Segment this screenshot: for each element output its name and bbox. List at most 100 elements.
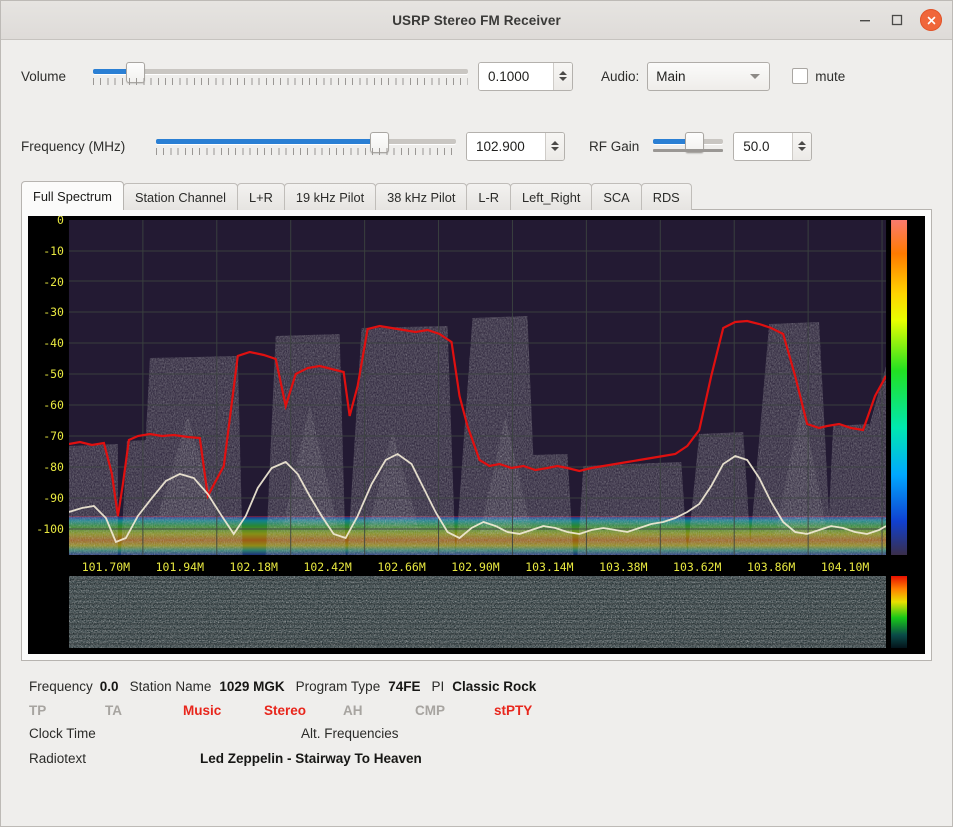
controls-panel: Volume 0.1000 Audio: Main mute	[1, 40, 952, 170]
rds-pi-value: Classic Rock	[452, 679, 536, 694]
rds-line-1: Frequency 0.0 Station Name 1029 MGK Prog…	[29, 675, 924, 698]
rds-station-name-key: Station Name	[130, 679, 212, 694]
minimize-icon[interactable]	[856, 11, 874, 29]
frequency-slider-fill	[156, 139, 378, 144]
frequency-value[interactable]: 102.900	[467, 133, 545, 160]
rds-flag-cmp: CMP	[415, 703, 494, 718]
tab-rds[interactable]: RDS	[641, 183, 692, 210]
volume-value[interactable]: 0.1000	[479, 63, 553, 90]
svg-text:-80: -80	[43, 460, 64, 474]
svg-text:104.10M: 104.10M	[821, 560, 869, 574]
rds-pi-key: PI	[431, 679, 444, 694]
window-controls	[856, 1, 942, 39]
close-icon[interactable]	[920, 9, 942, 31]
svg-text:-60: -60	[43, 398, 64, 412]
svg-text:101.70M: 101.70M	[82, 560, 130, 574]
frequency-slider[interactable]	[156, 133, 456, 159]
volume-slider-track[interactable]	[93, 69, 468, 74]
tab-sca[interactable]: SCA	[591, 183, 641, 210]
svg-text:103.14M: 103.14M	[525, 560, 573, 574]
frequency-slider-ticks	[156, 148, 456, 155]
volume-slider-ticks	[93, 78, 468, 85]
spectrum-plot-frame: 0 -10 -20 -30 -40 -50 -60 -70 -80 -90 -1…	[21, 209, 932, 661]
rds-flag-ta: TA	[105, 703, 183, 718]
frequency-stepper[interactable]	[545, 133, 564, 160]
frequency-label: Frequency (MHz)	[21, 139, 156, 154]
svg-text:-40: -40	[43, 336, 64, 350]
rds-frequency-value: 0.0	[100, 679, 119, 694]
volume-spinbox[interactable]: 0.1000	[478, 62, 573, 91]
rf-gain-slider[interactable]	[653, 133, 723, 159]
chevron-down-icon	[750, 74, 760, 79]
spectrum-plot[interactable]: 0 -10 -20 -30 -40 -50 -60 -70 -80 -90 -1…	[28, 216, 925, 654]
svg-text:0: 0	[57, 216, 64, 227]
volume-stepper[interactable]	[553, 63, 572, 90]
svg-text:103.86M: 103.86M	[747, 560, 795, 574]
rds-panel: Frequency 0.0 Station Name 1029 MGK Prog…	[1, 661, 952, 770]
rds-flag-stpty: stPTY	[494, 703, 532, 718]
rds-flag-tp: TP	[29, 703, 105, 718]
svg-text:-50: -50	[43, 367, 64, 381]
volume-label: Volume	[21, 69, 93, 84]
tab-bar: Full Spectrum Station Channel L+R 19 kHz…	[21, 182, 932, 210]
audio-label: Audio:	[601, 69, 639, 84]
rds-line-4: Radiotext Led Zeppelin - Stairway To Hea…	[29, 747, 924, 770]
tabs-area: Full Spectrum Station Channel L+R 19 kHz…	[1, 182, 952, 210]
rf-gain-spinbox[interactable]: 50.0	[733, 132, 812, 161]
svg-text:-10: -10	[43, 244, 64, 258]
svg-text:-70: -70	[43, 429, 64, 443]
rds-line-3: Clock Time Alt. Frequencies	[29, 722, 924, 745]
rds-flag-stereo: Stereo	[264, 703, 343, 718]
rds-program-type-value: 74FE	[388, 679, 420, 694]
window-title: USRP Stereo FM Receiver	[1, 13, 952, 28]
svg-text:-30: -30	[43, 305, 64, 319]
svg-text:-90: -90	[43, 491, 64, 505]
rds-flags-row: TP TA Music Stereo AH CMP stPTY	[29, 698, 924, 722]
tab-l-minus-r[interactable]: L-R	[466, 183, 511, 210]
spectrum-svg: 0 -10 -20 -30 -40 -50 -60 -70 -80 -90 -1…	[28, 216, 925, 654]
svg-text:102.18M: 102.18M	[230, 560, 278, 574]
title-bar: USRP Stereo FM Receiver	[1, 1, 952, 40]
rds-program-type-key: Program Type	[296, 679, 381, 694]
tab-19khz-pilot[interactable]: 19 kHz Pilot	[284, 183, 376, 210]
svg-text:-20: -20	[43, 275, 64, 289]
rds-frequency-key: Frequency	[29, 679, 93, 694]
svg-text:102.66M: 102.66M	[377, 560, 425, 574]
mute-label: mute	[815, 69, 845, 84]
rds-flag-music: Music	[183, 703, 264, 718]
svg-text:101.94M: 101.94M	[156, 560, 204, 574]
svg-text:-100: -100	[36, 522, 64, 536]
rf-gain-value[interactable]: 50.0	[734, 133, 792, 160]
rf-gain-label: RF Gain	[589, 139, 639, 154]
rds-station-name-value: 1029 MGK	[219, 679, 284, 694]
app-window: USRP Stereo FM Receiver Volume	[0, 0, 953, 827]
tab-full-spectrum[interactable]: Full Spectrum	[21, 181, 124, 210]
rds-radiotext-label: Radiotext	[29, 751, 200, 766]
frequency-spinbox[interactable]: 102.900	[466, 132, 565, 161]
rf-gain-stepper[interactable]	[792, 133, 811, 160]
svg-text:102.90M: 102.90M	[451, 560, 499, 574]
maximize-icon[interactable]	[888, 11, 906, 29]
rds-alt-frequencies-label: Alt. Frequencies	[301, 726, 399, 741]
rf-gain-slider-ticks	[653, 149, 723, 152]
rds-flag-ah: AH	[343, 703, 415, 718]
frequency-slider-track[interactable]	[156, 139, 456, 144]
mute-checkbox[interactable]: mute	[792, 68, 845, 84]
tab-station-channel[interactable]: Station Channel	[123, 183, 238, 210]
audio-select[interactable]: Main	[647, 62, 770, 91]
waterfall-colorbar	[891, 576, 907, 648]
volume-slider[interactable]	[93, 63, 468, 89]
svg-text:102.42M: 102.42M	[303, 560, 351, 574]
volume-row: Volume 0.1000 Audio: Main mute	[21, 56, 932, 96]
tab-l-plus-r[interactable]: L+R	[237, 183, 285, 210]
rf-gain-slider-track[interactable]	[653, 139, 723, 144]
tab-38khz-pilot[interactable]: 38 kHz Pilot	[375, 183, 467, 210]
svg-text:103.62M: 103.62M	[673, 560, 721, 574]
mute-checkbox-box[interactable]	[792, 68, 808, 84]
tab-left-right[interactable]: Left_Right	[510, 183, 592, 210]
rds-radiotext-value: Led Zeppelin - Stairway To Heaven	[200, 751, 422, 766]
svg-text:103.38M: 103.38M	[599, 560, 647, 574]
rds-clock-time-label: Clock Time	[29, 726, 301, 741]
spectrum-colorbar	[891, 220, 907, 555]
audio-selected-value: Main	[656, 69, 685, 84]
